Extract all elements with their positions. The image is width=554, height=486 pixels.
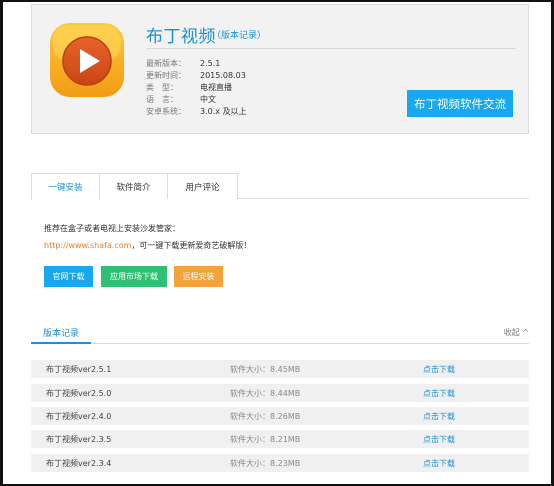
shafa-link[interactable]: http://www.shafa.com bbox=[44, 241, 131, 250]
size-value: 8.44MB bbox=[270, 389, 301, 398]
info-label: 语 言： bbox=[146, 95, 178, 104]
app-header-card: 布丁视频 （版本记录） 最新版本： 2.5.1 更新时间： 2015.08.03 类… bbox=[31, 4, 529, 134]
collapse-toggle[interactable]: 收起 ^ bbox=[504, 327, 529, 338]
version-row: 布丁视频ver2.3.4 软件大小：8.23MB 点击下载 bbox=[31, 454, 529, 472]
size-label: 软件大小： bbox=[230, 435, 270, 444]
info-language: 语 言： 中文 bbox=[146, 94, 216, 106]
info-label: 安卓系统： bbox=[146, 107, 186, 116]
size-label: 软件大小： bbox=[230, 412, 270, 421]
size-value: 8.45MB bbox=[270, 365, 301, 374]
version-size: 软件大小：8.44MB bbox=[230, 388, 300, 399]
version-history-header: 版本记录 收起 ^ bbox=[31, 322, 529, 344]
info-latest-version: 最新版本： 2.5.1 bbox=[146, 58, 220, 70]
size-value: 8.23MB bbox=[270, 459, 301, 468]
remote-install-button[interactable]: 远程安装 bbox=[174, 266, 223, 287]
shafa-suffix: ，可一键下载更新爱奇艺破解版！ bbox=[131, 241, 252, 250]
info-value: 中文 bbox=[200, 95, 216, 104]
version-download-link[interactable]: 点击下载 bbox=[423, 411, 455, 422]
shafa-line: http://www.shafa.com，可一键下载更新爱奇艺破解版！ bbox=[44, 240, 251, 251]
official-download-button[interactable]: 官网下载 bbox=[44, 266, 93, 287]
info-value: 3.0.x 及以上 bbox=[200, 107, 247, 116]
version-name: 布丁视频ver2.3.5 bbox=[46, 435, 112, 444]
tab-software-intro[interactable]: 软件简介 bbox=[99, 173, 168, 199]
size-label: 软件大小： bbox=[230, 389, 270, 398]
size-label: 软件大小： bbox=[230, 459, 270, 468]
version-download-link[interactable]: 点击下载 bbox=[423, 364, 455, 375]
info-label: 类 型： bbox=[146, 83, 178, 92]
version-name: 布丁视频ver2.5.1 bbox=[46, 365, 112, 374]
version-download-link[interactable]: 点击下载 bbox=[423, 388, 455, 399]
version-row: 布丁视频ver2.4.0 软件大小：8.26MB 点击下载 bbox=[31, 407, 529, 425]
version-size: 软件大小：8.21MB bbox=[230, 434, 300, 445]
info-update-time: 更新时间： 2015.08.03 bbox=[146, 70, 246, 82]
software-exchange-button[interactable]: 布丁视频软件交流 bbox=[407, 90, 513, 117]
app-market-download-button[interactable]: 应用市场下载 bbox=[101, 266, 167, 287]
version-name: 布丁视频ver2.4.0 bbox=[46, 412, 112, 421]
version-download-link[interactable]: 点击下载 bbox=[423, 434, 455, 445]
info-value: 2015.08.03 bbox=[200, 71, 246, 80]
info-value: 电视直播 bbox=[200, 83, 232, 92]
info-type: 类 型： 电视直播 bbox=[146, 82, 232, 94]
version-size: 软件大小：8.23MB bbox=[230, 458, 300, 469]
size-label: 软件大小： bbox=[230, 365, 270, 374]
info-android: 安卓系统： 3.0.x 及以上 bbox=[146, 106, 247, 118]
version-download-link[interactable]: 点击下载 bbox=[423, 458, 455, 469]
recommend-text: 推荐在盒子或者电视上安装沙发管家： bbox=[44, 224, 180, 233]
tab-one-click-install[interactable]: 一键安装 bbox=[31, 173, 100, 200]
version-size: 软件大小：8.26MB bbox=[230, 411, 300, 422]
version-row: 布丁视频ver2.3.5 软件大小：8.21MB 点击下载 bbox=[31, 430, 529, 448]
info-value: 2.5.1 bbox=[200, 59, 221, 68]
version-name: 布丁视频ver2.3.4 bbox=[46, 459, 112, 468]
app-title: 布丁视频 bbox=[146, 27, 216, 47]
version-history-link[interactable]: （版本记录） bbox=[212, 28, 266, 41]
info-label: 最新版本： bbox=[146, 59, 186, 68]
version-name: 布丁视频ver2.5.0 bbox=[46, 389, 112, 398]
tab-bar: 一键安装 软件简介 用户评论 bbox=[31, 173, 529, 200]
play-icon bbox=[50, 23, 124, 97]
size-value: 8.21MB bbox=[270, 435, 301, 444]
size-value: 8.26MB bbox=[270, 412, 301, 421]
version-history-tab[interactable]: 版本记录 bbox=[31, 322, 91, 344]
version-size: 软件大小：8.45MB bbox=[230, 364, 300, 375]
version-row: 布丁视频ver2.5.1 软件大小：8.45MB 点击下载 bbox=[31, 360, 529, 378]
version-row: 布丁视频ver2.5.0 软件大小：8.44MB 点击下载 bbox=[31, 384, 529, 402]
tab-user-reviews[interactable]: 用户评论 bbox=[167, 173, 238, 199]
info-label: 更新时间： bbox=[146, 71, 186, 80]
title-divider bbox=[146, 48, 516, 49]
